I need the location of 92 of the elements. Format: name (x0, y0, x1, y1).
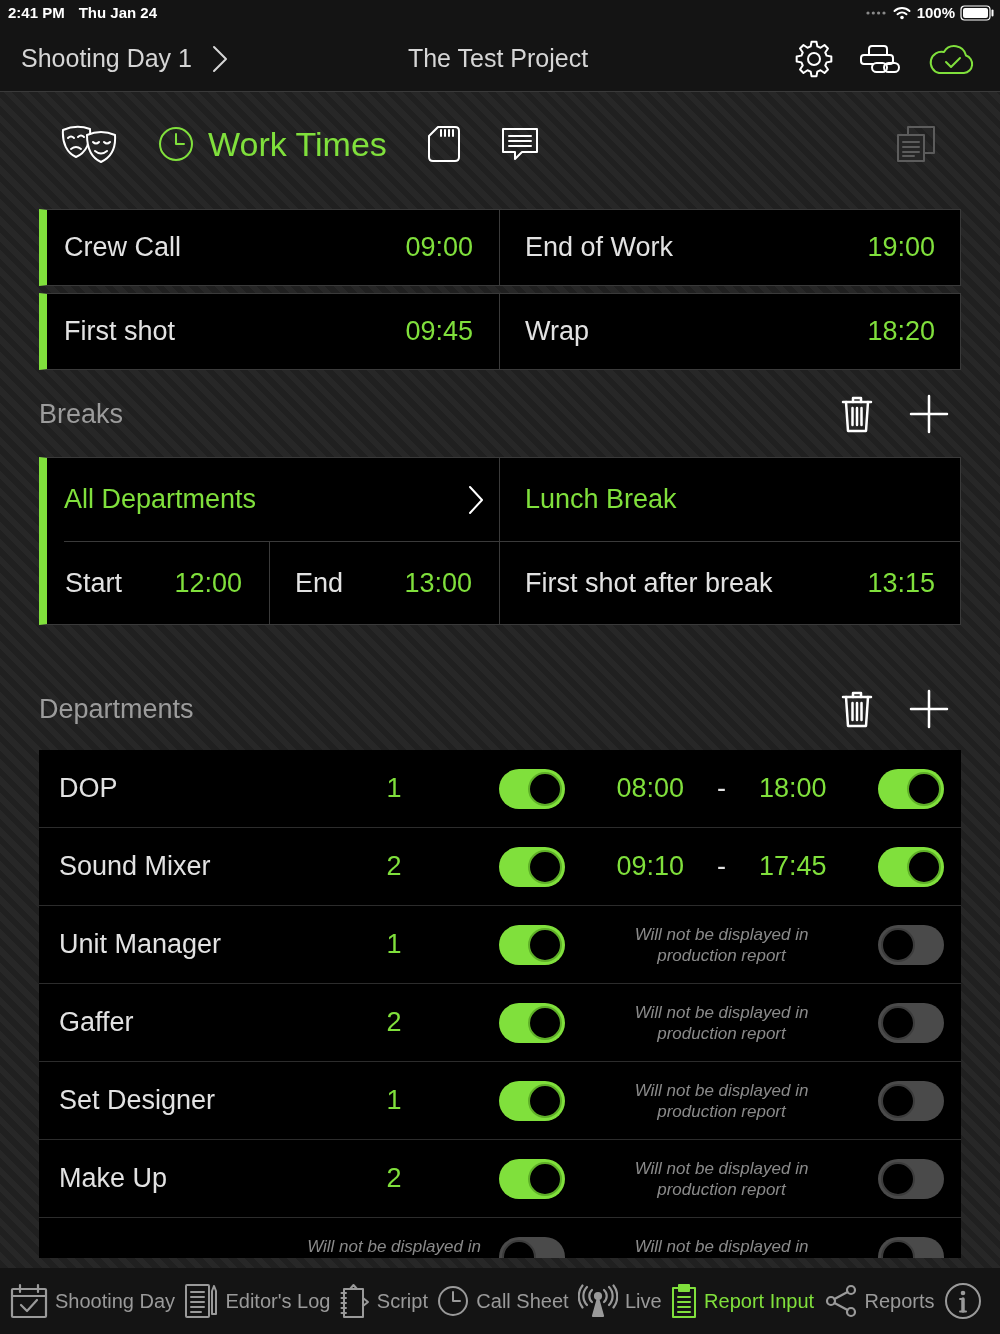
time-label: End (295, 566, 344, 600)
department-picker-button[interactable]: All Departments (64, 458, 499, 542)
report-note: Will not be displayed in (634, 1236, 809, 1257)
toggle-switch[interactable] (499, 1002, 565, 1043)
toggle-switch[interactable] (499, 1158, 565, 1199)
time-value[interactable]: 12:00 (174, 562, 242, 604)
time-value[interactable]: 09:10 (616, 846, 684, 887)
status-time: 2:41 PM (8, 2, 65, 23)
notebook-icon (339, 1283, 370, 1319)
department-name: Make Up (59, 1162, 168, 1196)
plus-icon[interactable] (909, 689, 949, 729)
time-value[interactable]: 18:20 (867, 311, 935, 352)
time-value[interactable]: 18:00 (759, 768, 827, 809)
time-value[interactable]: 13:15 (867, 562, 935, 604)
toggle-switch[interactable] (878, 768, 944, 809)
report-note: Will not be displayed in production report (633, 924, 810, 966)
section-title: Departments (39, 692, 194, 726)
chevron-right-icon (211, 44, 228, 73)
time-value[interactable]: 17:45 (759, 846, 827, 887)
battery-level: 100% (916, 2, 955, 23)
theater-masks-icon[interactable] (60, 125, 118, 163)
settings-icon[interactable] (795, 39, 833, 78)
chat-bubble-icon[interactable] (500, 127, 539, 161)
toggle-switch[interactable] (878, 846, 944, 887)
project-title: The Test Project (407, 42, 589, 74)
calendar-check-icon (10, 1283, 48, 1319)
tab-bar-item[interactable]: Reports (823, 1284, 935, 1318)
info-icon (943, 1282, 982, 1320)
memory-card-icon[interactable] (426, 125, 461, 163)
time-value[interactable]: 19:00 (867, 227, 935, 268)
share-icon (823, 1284, 858, 1318)
time-label: Wrap (525, 315, 590, 349)
day-selector-button[interactable]: Shooting Day 1 (21, 39, 228, 78)
tab-bar-item[interactable]: Report Input (671, 1283, 815, 1319)
status-date: Thu Jan 24 (78, 2, 158, 23)
report-note: Will not be displayed in production report (633, 1002, 810, 1044)
broadcast-antenna-icon (578, 1284, 618, 1318)
toggle-switch[interactable] (878, 1002, 944, 1043)
time-label: First shot (64, 315, 176, 349)
report-note: Will not be displayed in (307, 1236, 481, 1257)
member-count: 2 (386, 850, 402, 884)
toggle-switch[interactable] (878, 1080, 944, 1121)
battery-icon (960, 5, 995, 21)
plus-icon[interactable] (909, 394, 949, 434)
member-count: 1 (386, 1084, 402, 1118)
department-name: Unit Manager (59, 928, 222, 962)
member-count: 1 (386, 772, 402, 806)
chevron-right-icon (468, 484, 484, 515)
clipboard-icon (671, 1283, 698, 1319)
signal-dots-icon (865, 11, 886, 15)
document-pencil-icon (184, 1283, 219, 1319)
report-note: Will not be displayed in production report (633, 1080, 810, 1122)
wifi-icon (892, 6, 911, 20)
toggle-switch[interactable] (499, 1080, 565, 1121)
member-count: 2 (386, 1006, 402, 1040)
time-value[interactable]: 09:00 (405, 227, 473, 268)
toggle-switch[interactable] (499, 846, 565, 887)
time-value[interactable]: 08:00 (616, 768, 684, 809)
chain-link-icon[interactable] (859, 43, 901, 74)
time-label: Crew Call (64, 231, 182, 265)
time-label: End of Work (525, 231, 674, 265)
report-note: Will not be displayed in production report (633, 1158, 810, 1200)
toggle-switch[interactable] (878, 1158, 944, 1199)
tab-bar-item[interactable] (943, 1282, 982, 1320)
member-count: 1 (386, 928, 402, 962)
trash-icon[interactable] (841, 394, 873, 434)
tab-bar-item[interactable]: Script (339, 1283, 428, 1319)
toggle-switch[interactable] (499, 924, 565, 965)
trash-icon[interactable] (841, 689, 873, 729)
tab-bar-item[interactable]: Live (578, 1284, 662, 1318)
time-value[interactable]: 13:00 (404, 562, 472, 604)
time-value[interactable]: 09:45 (405, 311, 473, 352)
time-separator: - (717, 772, 726, 806)
time-label: Start (65, 566, 123, 600)
break-name: Lunch Break (500, 458, 960, 542)
tab-bar-item[interactable]: Editor's Log (184, 1283, 331, 1319)
tab-bar-item[interactable]: Call Sheet (437, 1285, 569, 1317)
tab-bar-item[interactable]: Shooting Day (10, 1283, 176, 1319)
toggle-switch[interactable] (878, 924, 944, 965)
clock-icon (437, 1285, 470, 1317)
department-name: Set Designer (59, 1084, 216, 1118)
cloud-check-icon[interactable] (927, 42, 975, 75)
section-title: Breaks (39, 397, 124, 431)
department-name: DOP (59, 772, 118, 806)
time-label: First shot after break (525, 566, 773, 600)
clock-icon (158, 126, 194, 162)
member-count: 2 (386, 1162, 402, 1196)
tab[interactable]: Work Times (158, 118, 387, 170)
department-name: Sound Mixer (59, 850, 211, 884)
time-separator: - (717, 850, 726, 884)
toggle-switch[interactable] (499, 768, 565, 809)
department-name: Gaffer (59, 1006, 134, 1040)
